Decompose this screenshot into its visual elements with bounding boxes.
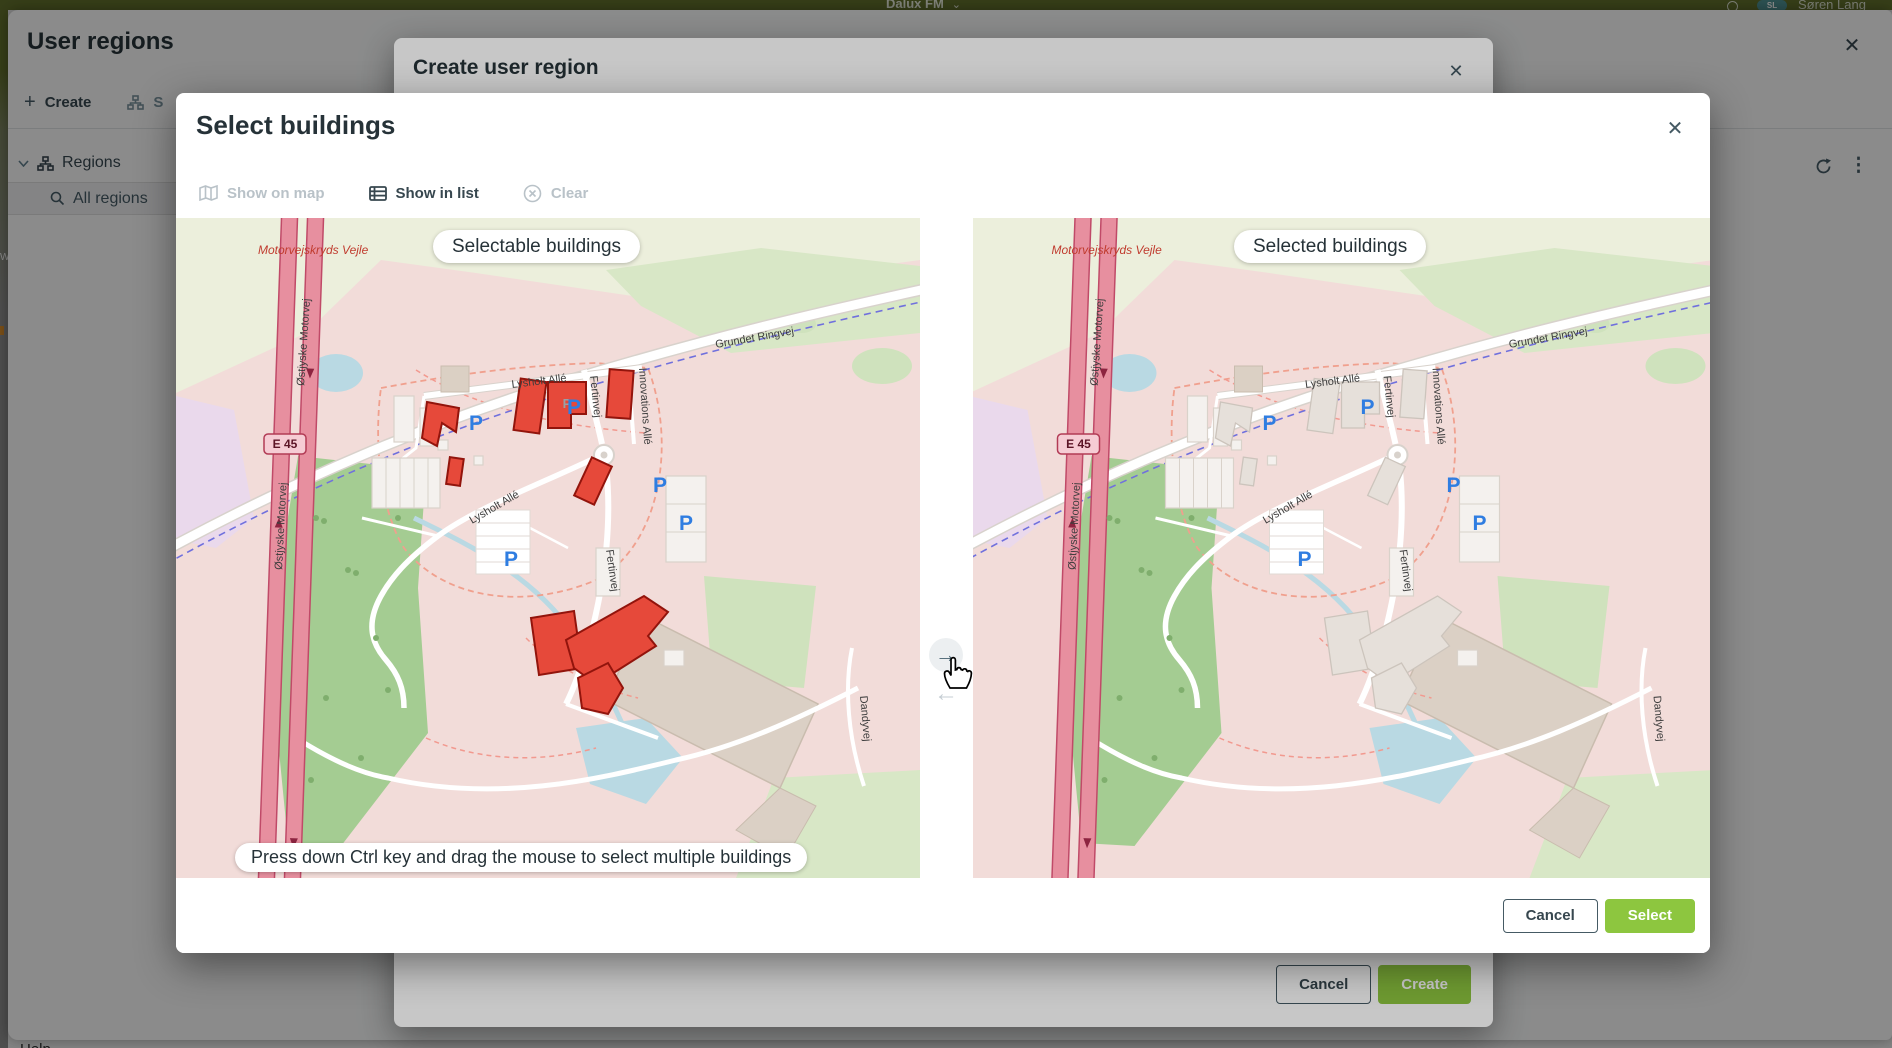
selectable-buildings-label: Selectable buildings (433, 230, 640, 263)
show-on-map-label: Show on map (227, 185, 325, 202)
osm-map[interactable]: E 45 P (973, 218, 1710, 878)
selected-buildings-map[interactable]: E 45 P (973, 218, 1710, 878)
cancel-button[interactable]: Cancel (1503, 899, 1598, 933)
map-icon (199, 185, 218, 201)
list-icon (369, 186, 387, 201)
svg-text:P: P (1297, 548, 1311, 571)
show-on-map-button[interactable]: Show on map (199, 185, 325, 202)
e45-badge: E 45 (273, 437, 298, 451)
clear-circle-icon (523, 184, 542, 203)
osm-map[interactable]: E 45 P (176, 218, 920, 878)
maps-row: E 45 P (176, 218, 1710, 878)
svg-text:P: P (1262, 412, 1276, 435)
modal-title: Select buildings (196, 110, 395, 141)
multi-select-hint: Press down Ctrl key and drag the mouse t… (235, 843, 807, 872)
transfer-gutter: → ← (920, 218, 973, 878)
close-icon[interactable]: ✕ (1663, 117, 1687, 141)
move-left-arrow-button[interactable]: ← (934, 682, 958, 706)
svg-text:P: P (679, 512, 693, 535)
show-in-list-label: Show in list (396, 185, 479, 202)
selectable-buildings-map[interactable]: E 45 P (176, 218, 920, 878)
junction-label: Motorvejskryds Vejle (258, 243, 369, 257)
svg-text:P: P (1446, 474, 1460, 497)
move-right-arrow-button[interactable]: → (929, 638, 963, 672)
selected-buildings-label: Selected buildings (1234, 230, 1426, 263)
select-button[interactable]: Select (1605, 899, 1695, 933)
e45-badge: E 45 (1066, 437, 1091, 451)
show-in-list-button[interactable]: Show in list (369, 185, 479, 202)
clear-label: Clear (551, 185, 589, 202)
svg-text:P: P (1472, 512, 1486, 535)
select-buildings-modal: Select buildings ✕ Show on map Show in l… (176, 93, 1710, 953)
svg-text:P: P (504, 548, 518, 571)
svg-text:P: P (567, 396, 581, 419)
junction-label: Motorvejskryds Vejle (1052, 243, 1163, 257)
clear-button[interactable]: Clear (523, 184, 589, 203)
svg-text:P: P (469, 412, 483, 435)
svg-text:P: P (653, 474, 667, 497)
svg-text:P: P (1360, 396, 1374, 419)
screen: Dalux FM⌄ SL Søren Lang W Help User regi… (0, 0, 1892, 1048)
